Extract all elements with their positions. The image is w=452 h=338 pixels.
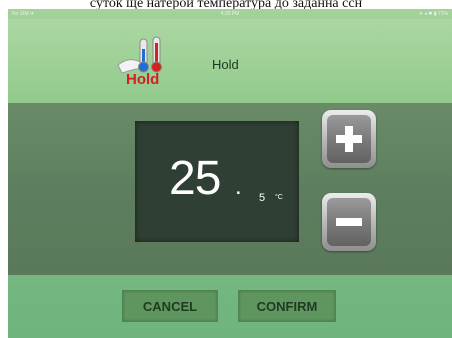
temperature-dot: .: [235, 173, 242, 200]
decrease-button[interactable]: [322, 193, 376, 251]
increase-button[interactable]: [322, 110, 376, 168]
status-time: 4:20 PM: [220, 11, 240, 17]
mode-title: Hold: [212, 57, 239, 72]
confirm-button[interactable]: CONFIRM: [238, 290, 336, 322]
status-bar: No SIM ✈ 4:20 PM ✈ ◂ ✱ ▮ 71%: [8, 9, 452, 19]
increase-button-face: [327, 115, 371, 163]
plus-icon: [336, 126, 362, 152]
status-indicators: ✈ ◂ ✱ ▮ 71%: [418, 11, 448, 17]
temperature-unit: °C: [275, 194, 283, 201]
decrease-button-face: [327, 198, 371, 246]
cancel-button[interactable]: CANCEL: [122, 290, 218, 322]
hold-icon-label: Hold: [126, 71, 160, 88]
temperature-display: 25 . 5 °C: [135, 121, 299, 242]
mode-header: Hold Hold: [8, 19, 452, 103]
minus-icon: [336, 218, 362, 226]
app-screen: No SIM ✈ 4:20 PM ✈ ◂ ✱ ▮ 71% Hold Hold 2…: [8, 9, 452, 338]
temperature-integer: 25: [169, 152, 221, 205]
temperature-decimal: 5: [259, 192, 266, 204]
